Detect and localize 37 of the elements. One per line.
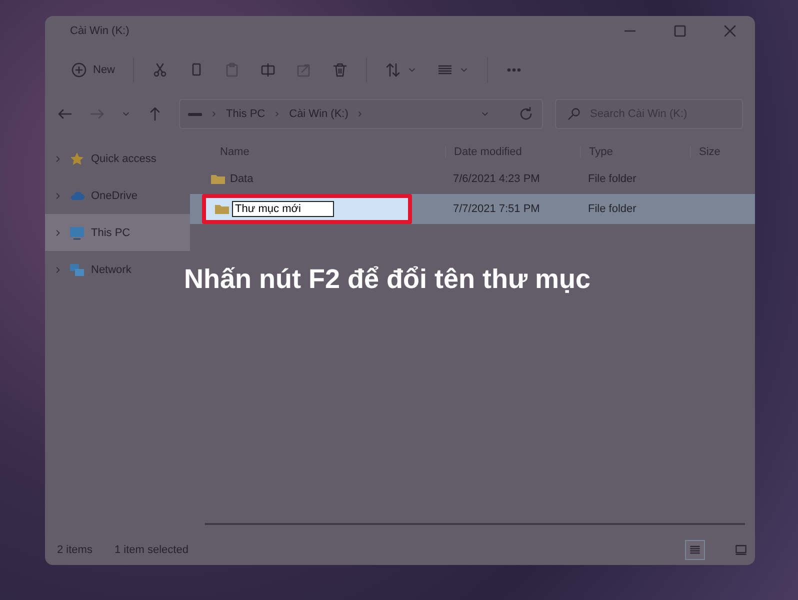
star-icon [69, 150, 85, 166]
plus-circle-icon [71, 62, 87, 78]
network-icon [69, 262, 85, 278]
window-title: Cài Win (K:) [70, 25, 130, 37]
type-cell-text: File folder [587, 203, 638, 215]
trash-icon [332, 62, 348, 78]
rename-icon [260, 62, 276, 78]
file-row[interactable]: Data 7/6/2021 4:23 PM File folder [190, 164, 755, 194]
details-view-button[interactable] [685, 540, 705, 560]
chevron-icon [210, 110, 218, 118]
search-icon [567, 107, 581, 121]
share-icon [296, 62, 312, 78]
file-row[interactable]: Thư mục mới 7/7/2021 7:51 PM File folder [190, 194, 755, 224]
breadcrumb-item[interactable]: This PC [226, 108, 266, 120]
monitor-icon [69, 224, 85, 240]
date-cell-text: 7/7/2021 7:51 PM [452, 203, 541, 215]
breadcrumb-item[interactable]: Cài Win (K:) [289, 108, 348, 120]
maximize-icon[interactable] [672, 23, 688, 39]
clipboard-icon [224, 62, 240, 78]
item-count: 2 items [57, 544, 92, 556]
scissors-icon [152, 62, 168, 78]
type-cell-text: File folder [587, 173, 638, 185]
drive-line-icon [188, 112, 202, 116]
selection-count: 1 item selected [114, 544, 188, 556]
refresh-icon[interactable] [518, 106, 534, 122]
instruction-caption: Nhấn nút F2 để đổi tên thư mục [184, 264, 591, 295]
sidebar-item[interactable]: OneDrive [45, 177, 190, 214]
address-bar[interactable]: This PC Cài Win (K:) [179, 99, 543, 129]
close-icon[interactable] [722, 23, 738, 39]
tile-icon [734, 543, 748, 557]
sort-arrows-icon [385, 62, 402, 78]
file-name: Data [230, 173, 254, 185]
sidebar-item[interactable]: Quick access [45, 140, 190, 177]
rename-field[interactable]: Thư mục mới [232, 201, 334, 217]
sidebar-item[interactable]: This PC [45, 214, 190, 251]
new-button[interactable]: New [63, 56, 124, 84]
date-cell-text: 7/6/2021 4:23 PM [452, 173, 541, 185]
